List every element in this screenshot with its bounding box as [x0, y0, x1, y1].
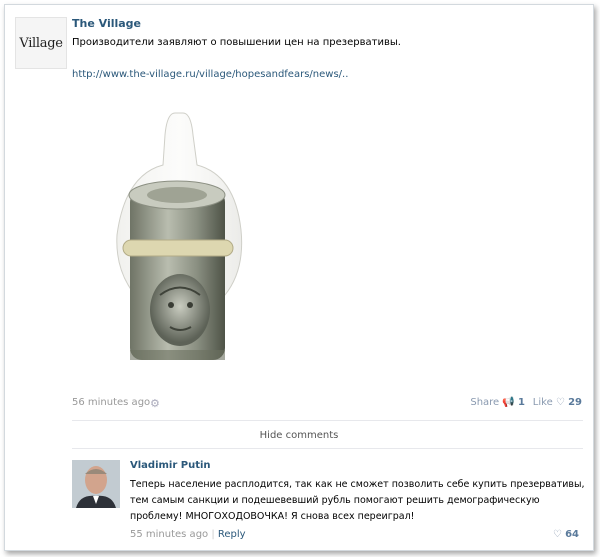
- heart-icon: ♡: [555, 397, 565, 408]
- comment-like-button[interactable]: ♡ 64: [553, 529, 579, 540]
- share-label: Share: [470, 397, 500, 408]
- avatar[interactable]: [72, 460, 120, 508]
- share-count: 1: [518, 397, 525, 408]
- comment-text: Теперь население расплодится, так как не…: [130, 479, 585, 522]
- share-button[interactable]: Share 📢 1: [470, 397, 525, 408]
- divider: [72, 420, 583, 421]
- post-meta: 56 minutes ago ⚙ Share 📢 1 Like ♡ 29: [72, 397, 582, 411]
- heart-icon: ♡: [552, 529, 562, 540]
- comment-time[interactable]: 55 minutes ago: [130, 529, 208, 540]
- post-author[interactable]: The Village: [72, 17, 141, 30]
- post-time[interactable]: 56 minutes ago: [72, 397, 150, 408]
- reply-button[interactable]: Reply: [218, 529, 246, 540]
- like-button[interactable]: Like ♡ 29: [533, 397, 582, 408]
- like-label: Like: [532, 397, 553, 408]
- comment-like-count: 64: [565, 529, 579, 540]
- comment-meta: 55 minutes ago | Reply: [130, 529, 246, 540]
- divider: [72, 448, 583, 449]
- hide-comments-link[interactable]: Hide comments: [5, 430, 593, 441]
- comment-author[interactable]: Vladimir Putin: [130, 460, 211, 471]
- post-card: Village The Village Производители заявля…: [4, 4, 594, 551]
- megaphone-icon: 📢: [502, 397, 515, 408]
- post-photo[interactable]: [105, 105, 250, 375]
- author-logo[interactable]: Village: [15, 17, 67, 69]
- logo-text: Village: [19, 35, 63, 51]
- post-link[interactable]: http://www.the-village.ru/village/hopesa…: [72, 69, 348, 80]
- gear-icon[interactable]: ⚙: [150, 397, 160, 410]
- post-text: Производители заявляют о повышении цен н…: [72, 37, 401, 48]
- avatar-image: [72, 460, 120, 508]
- like-count: 29: [568, 397, 582, 408]
